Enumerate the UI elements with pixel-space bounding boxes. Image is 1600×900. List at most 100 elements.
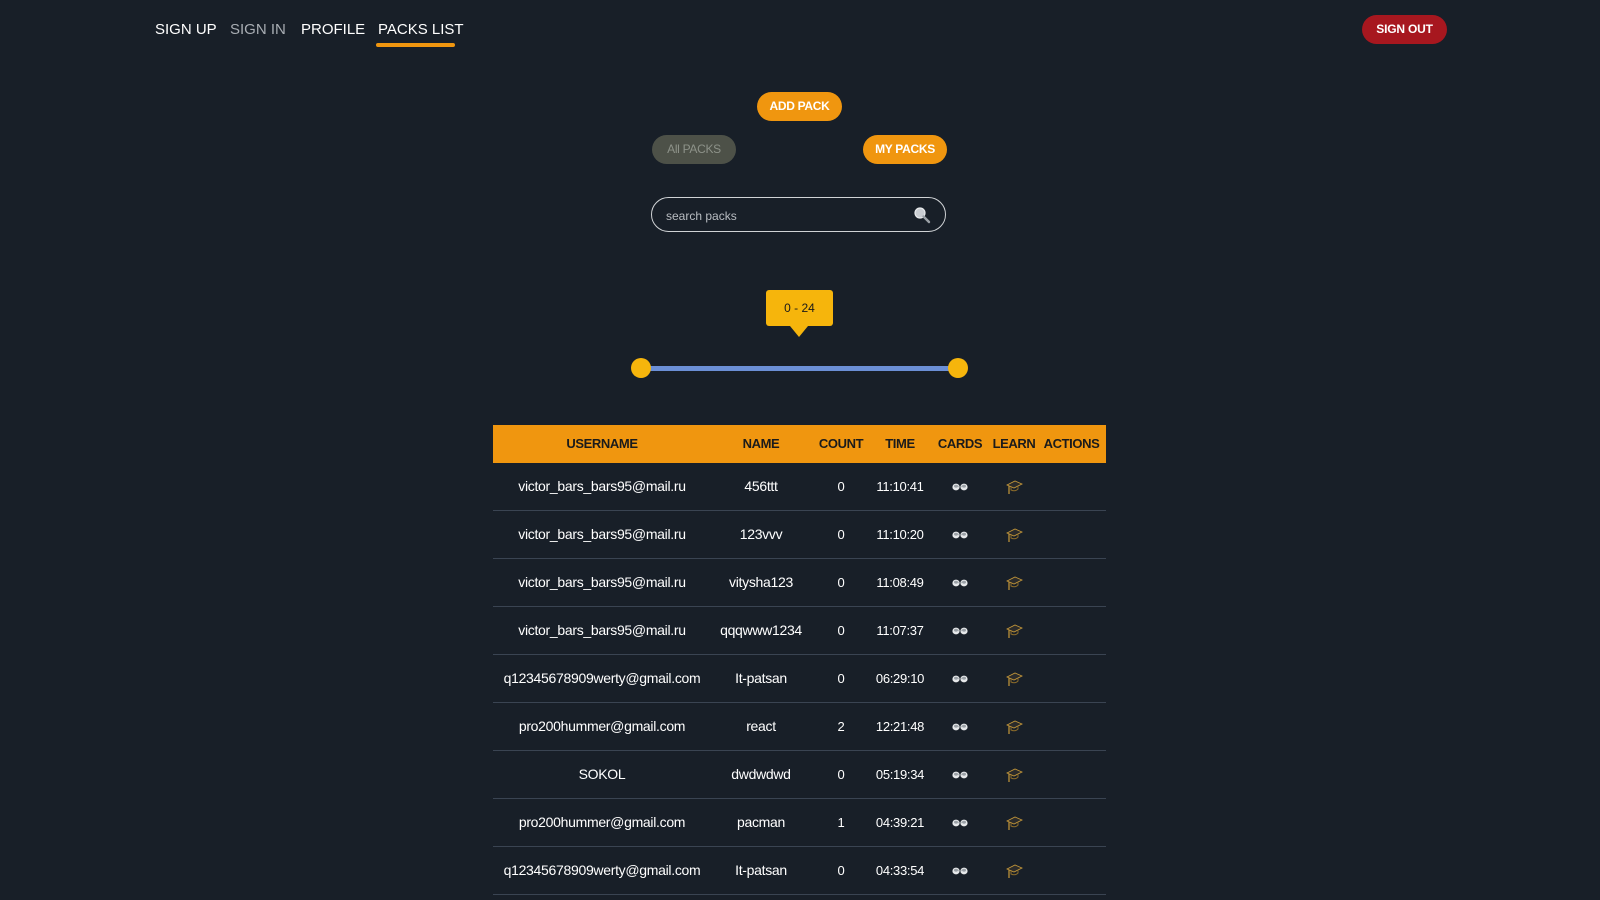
cell-time: 12:21:48 <box>875 719 925 734</box>
cell-time: 04:39:21 <box>875 815 925 830</box>
top-nav: SIGN UP SIGN IN PROFILE PACKS LIST SIGN … <box>0 0 1600 60</box>
range-slider-track[interactable] <box>640 366 958 371</box>
cell-time: 05:19:34 <box>875 767 925 782</box>
cell-name: It-patsan <box>735 862 787 878</box>
cell-name: pacman <box>736 814 785 830</box>
eyeglasses-icon[interactable] <box>929 463 991 510</box>
header-learn: LEARN <box>992 436 1036 451</box>
header-time[interactable]: TIME <box>871 425 929 463</box>
table-row: victor_bars_bars95@mail.ru qqqwww1234 0 11:… <box>493 607 1106 655</box>
cell-name: It-patsan <box>735 670 787 686</box>
nav-profile[interactable]: PROFILE <box>301 20 365 40</box>
graduation-cap-icon[interactable] <box>991 607 1037 654</box>
cell-name: 123vvv <box>739 526 783 542</box>
range-value-tooltip: 0 - 24 <box>766 290 833 326</box>
packs-table: USERNAME NAME COUNT TIME CARDS LEARN ACT… <box>493 425 1106 895</box>
cell-time: 11:08:49 <box>876 575 924 590</box>
cell-name: dwdwdwd <box>731 766 791 782</box>
header-name[interactable]: NAME <box>711 425 811 463</box>
table-header: USERNAME NAME COUNT TIME CARDS LEARN ACT… <box>493 425 1106 463</box>
cell-username: q12345678909werty@gmail.com <box>503 862 701 878</box>
table-row: victor_bars_bars95@mail.ru 123vvv 0 11:10:2… <box>493 511 1106 559</box>
cell-count: 0 <box>837 623 845 638</box>
table-body: victor_bars_bars95@mail.ru 456ttt 0 11:10:4… <box>493 463 1106 895</box>
cell-time: 06:29:10 <box>875 671 925 686</box>
table-row: SOKOL dwdwdwd 0 05:19:34 <box>493 751 1106 799</box>
cell-count: 0 <box>837 767 845 782</box>
header-actions: ACTIONS <box>1043 436 1100 451</box>
table-row: victor_bars_bars95@mail.ru 456ttt 0 11:10:4… <box>493 463 1106 511</box>
all-packs-button[interactable]: All PACKS <box>652 135 736 164</box>
cell-username: victor_bars_bars95@mail.ru <box>518 478 686 494</box>
header-count[interactable]: COUNT <box>811 425 871 463</box>
cell-name: react <box>746 718 776 734</box>
table-row: victor_bars_bars95@mail.ru vitysha123 0 11:… <box>493 559 1106 607</box>
cell-username: victor_bars_bars95@mail.ru <box>518 526 686 542</box>
cell-count: 0 <box>837 575 845 590</box>
cell-count: 2 <box>837 719 845 734</box>
search-icon[interactable] <box>913 206 931 224</box>
search-box <box>651 197 946 232</box>
cell-actions <box>1037 799 1106 846</box>
table-row: q12345678909werty@gmail.com It-patsan 0 04:… <box>493 847 1106 895</box>
graduation-cap-icon[interactable] <box>991 751 1037 798</box>
sign-out-button[interactable]: SIGN OUT <box>1362 15 1447 44</box>
cell-actions <box>1037 655 1106 702</box>
cell-time: 04:33:54 <box>875 863 925 878</box>
cell-username: pro200hummer@gmail.com <box>518 718 686 734</box>
cell-count: 0 <box>837 479 845 494</box>
add-pack-button[interactable]: ADD PACK <box>757 92 842 121</box>
graduation-cap-icon[interactable] <box>991 463 1037 510</box>
nav-sign-in[interactable]: SIGN IN <box>230 20 286 40</box>
cell-time: 11:10:41 <box>876 479 924 494</box>
cell-actions <box>1037 751 1106 798</box>
graduation-cap-icon[interactable] <box>991 847 1037 894</box>
nav-sign-up[interactable]: SIGN UP <box>155 20 217 40</box>
table-row: q12345678909werty@gmail.com It-patsan 0 06:… <box>493 655 1106 703</box>
active-tab-indicator <box>376 43 455 47</box>
cell-username: q12345678909werty@gmail.com <box>503 670 701 686</box>
cell-count: 0 <box>837 527 845 542</box>
cell-name: vitysha123 <box>729 574 793 590</box>
cell-username: SOKOL <box>578 766 626 782</box>
table-row: pro200hummer@gmail.com react 2 12:21:48 <box>493 703 1106 751</box>
graduation-cap-icon[interactable] <box>991 703 1037 750</box>
cell-count: 0 <box>837 671 845 686</box>
eyeglasses-icon[interactable] <box>929 655 991 702</box>
search-input[interactable] <box>664 205 908 227</box>
range-slider-max-thumb[interactable] <box>948 358 968 378</box>
graduation-cap-icon[interactable] <box>991 799 1037 846</box>
cell-username: pro200hummer@gmail.com <box>518 814 686 830</box>
eyeglasses-icon[interactable] <box>929 559 991 606</box>
eyeglasses-icon[interactable] <box>929 799 991 846</box>
table-row: pro200hummer@gmail.com pacman 1 04:39:21 <box>493 799 1106 847</box>
cell-actions <box>1037 559 1106 606</box>
graduation-cap-icon[interactable] <box>991 655 1037 702</box>
eyeglasses-icon[interactable] <box>929 511 991 558</box>
graduation-cap-icon[interactable] <box>991 559 1037 606</box>
cell-count: 1 <box>837 815 845 830</box>
tooltip-arrow <box>790 326 808 337</box>
eyeglasses-icon[interactable] <box>929 751 991 798</box>
cell-name: 456ttt <box>744 478 778 494</box>
header-username[interactable]: USERNAME <box>493 425 711 463</box>
my-packs-button[interactable]: MY PACKS <box>863 135 947 164</box>
cell-actions <box>1037 607 1106 654</box>
eyeglasses-icon[interactable] <box>929 703 991 750</box>
eyeglasses-icon[interactable] <box>929 607 991 654</box>
cell-actions <box>1037 463 1106 510</box>
cell-username: victor_bars_bars95@mail.ru <box>518 622 686 638</box>
cell-time: 11:10:20 <box>876 527 924 542</box>
cell-username: victor_bars_bars95@mail.ru <box>518 574 686 590</box>
nav-packs-list[interactable]: PACKS LIST <box>378 20 464 40</box>
cell-actions <box>1037 703 1106 750</box>
cell-actions <box>1037 511 1106 558</box>
graduation-cap-icon[interactable] <box>991 511 1037 558</box>
range-slider-min-thumb[interactable] <box>631 358 651 378</box>
cell-name: qqqwww1234 <box>720 622 802 638</box>
header-cards: CARDS <box>937 436 983 451</box>
cell-count: 0 <box>837 863 845 878</box>
cell-time: 11:07:37 <box>876 623 924 638</box>
cell-actions <box>1037 847 1106 894</box>
eyeglasses-icon[interactable] <box>929 847 991 894</box>
